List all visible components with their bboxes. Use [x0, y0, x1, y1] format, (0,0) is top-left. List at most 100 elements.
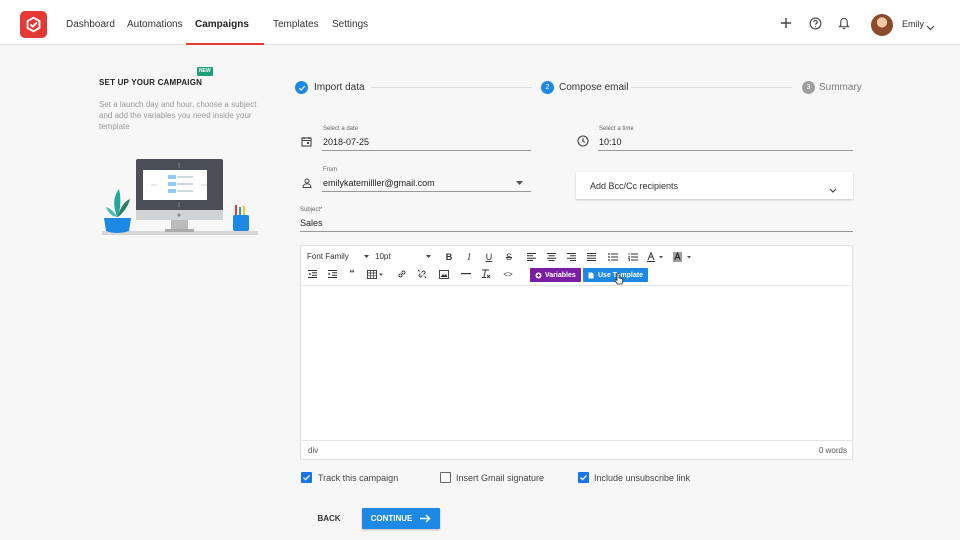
clear-format-icon[interactable] — [480, 268, 492, 280]
nav-dashboard[interactable]: Dashboard — [66, 0, 115, 45]
numbered-list-icon[interactable] — [627, 251, 639, 263]
avatar[interactable] — [871, 14, 893, 36]
nav-campaigns[interactable]: Campaigns NEW — [186, 0, 264, 76]
editor-statusbar: div 0 words — [301, 440, 852, 459]
variables-button[interactable]: Variables — [530, 268, 581, 282]
step-connector — [631, 87, 792, 88]
bell-icon[interactable] — [837, 16, 851, 30]
from-label: From — [323, 167, 337, 173]
align-justify-icon[interactable] — [585, 251, 597, 263]
bullet-list-icon[interactable] — [607, 251, 619, 263]
track-campaign-checkbox[interactable] — [301, 472, 312, 483]
date-label: Select a date — [323, 126, 359, 132]
chevron-down-icon — [829, 182, 837, 196]
from-select[interactable]: emilykatemilller@gmail.com — [323, 178, 435, 188]
step-3-number: 3 — [802, 81, 815, 94]
back-button[interactable]: BACK — [310, 508, 348, 528]
help-icon[interactable] — [808, 16, 822, 30]
nav-templates[interactable]: Templates — [273, 0, 319, 45]
new-badge: NEW — [197, 67, 213, 76]
unlink-icon[interactable] — [416, 268, 428, 280]
caret-down-icon — [426, 255, 431, 258]
user-name[interactable]: Emily — [902, 19, 924, 29]
nav-dashboard-label: Dashboard — [66, 19, 115, 30]
sidebar-description: Set a launch day and hour, choose a subj… — [99, 100, 257, 131]
time-underline — [598, 150, 853, 151]
source-code-icon[interactable]: <> — [502, 268, 514, 280]
link-icon[interactable] — [396, 268, 408, 280]
highlight-color-icon[interactable] — [673, 251, 695, 263]
font-family-value: Font Family — [307, 252, 349, 261]
step-connector — [371, 87, 532, 88]
editor-content-area[interactable] — [301, 286, 852, 440]
nav-templates-label: Templates — [273, 19, 319, 30]
unsubscribe-link-label[interactable]: Include unsubscribe link — [594, 473, 690, 483]
date-underline — [322, 150, 531, 151]
align-center-icon[interactable] — [545, 251, 557, 263]
element-path[interactable]: div — [308, 446, 318, 455]
horizontal-rule-icon[interactable] — [460, 268, 472, 280]
unsubscribe-link-checkbox[interactable] — [578, 472, 589, 483]
track-campaign-label[interactable]: Track this campaign — [318, 473, 398, 483]
subject-label: Subject* — [300, 207, 323, 213]
caret-down-icon — [364, 255, 369, 258]
strikethrough-icon[interactable]: S — [503, 251, 515, 263]
nav-automations-label: Automations — [127, 19, 183, 30]
indent-icon[interactable] — [326, 268, 338, 280]
table-icon[interactable] — [367, 268, 385, 280]
subject-input[interactable]: Sales — [300, 218, 323, 228]
subject-underline — [300, 231, 853, 232]
variables-label: Variables — [545, 271, 576, 279]
step-2-label: Compose email — [559, 82, 629, 93]
continue-label: CONTINUE — [370, 514, 413, 523]
underline-icon[interactable]: U — [483, 251, 495, 263]
align-left-icon[interactable] — [525, 251, 537, 263]
nav-automations[interactable]: Automations — [127, 0, 183, 45]
email-editor: Font Family 10pt B I U S “ <> Variables … — [300, 245, 853, 460]
variables-icon — [535, 272, 542, 278]
clock-icon — [577, 135, 589, 147]
nav-settings[interactable]: Settings — [332, 0, 368, 45]
top-navbar: Dashboard Automations Campaigns NEW Templ… — [0, 0, 960, 76]
text-color-icon[interactable] — [647, 251, 667, 263]
font-family-select[interactable]: Font Family — [307, 252, 369, 261]
italic-icon[interactable]: I — [463, 251, 475, 263]
time-input[interactable]: 10:10 — [599, 137, 622, 147]
calendar-icon — [301, 136, 312, 147]
dropdown-arrow-icon[interactable] — [516, 181, 523, 185]
editor-toolbar: Font Family 10pt B I U S “ <> Variables … — [301, 246, 852, 286]
step-3-label: Summary — [819, 82, 862, 93]
font-size-select[interactable]: 10pt — [375, 252, 431, 261]
nav-settings-label: Settings — [332, 19, 369, 30]
nav-campaigns-label: Campaigns — [195, 19, 249, 30]
step-1-check-icon — [295, 81, 308, 94]
arrow-right-icon — [420, 514, 431, 523]
add-icon[interactable] — [779, 16, 793, 30]
app-logo[interactable] — [20, 11, 47, 38]
align-right-icon[interactable] — [565, 251, 577, 263]
bcc-cc-expander[interactable]: Add Bcc/Cc recipients — [576, 172, 853, 199]
image-icon[interactable] — [438, 268, 450, 280]
checkmark-icon — [303, 474, 311, 481]
bold-icon[interactable]: B — [443, 251, 455, 263]
person-icon — [302, 178, 312, 188]
time-label: Select a time — [599, 126, 634, 132]
step-1-label: Import data — [314, 82, 365, 93]
blockquote-icon[interactable]: “ — [346, 268, 358, 280]
gmail-signature-label[interactable]: Insert Gmail signature — [456, 473, 544, 483]
continue-button[interactable]: CONTINUE — [362, 508, 440, 529]
word-count: 0 words — [818, 446, 847, 455]
logo-icon — [26, 16, 41, 33]
gmail-signature-checkbox[interactable] — [440, 472, 451, 483]
from-underline — [322, 191, 531, 192]
checkmark-icon — [580, 474, 588, 481]
template-icon — [588, 272, 594, 278]
outdent-icon[interactable] — [306, 268, 318, 280]
date-input[interactable]: 2018-07-25 — [323, 137, 369, 147]
step-2-number: 2 — [541, 81, 554, 94]
sidebar-title: SET UP YOUR CAMPAIGN — [99, 78, 203, 87]
desk-illustration — [99, 155, 261, 246]
bcc-cc-label: Add Bcc/Cc recipients — [590, 181, 679, 191]
font-size-value: 10pt — [375, 252, 391, 261]
chevron-down-icon[interactable] — [926, 20, 935, 34]
